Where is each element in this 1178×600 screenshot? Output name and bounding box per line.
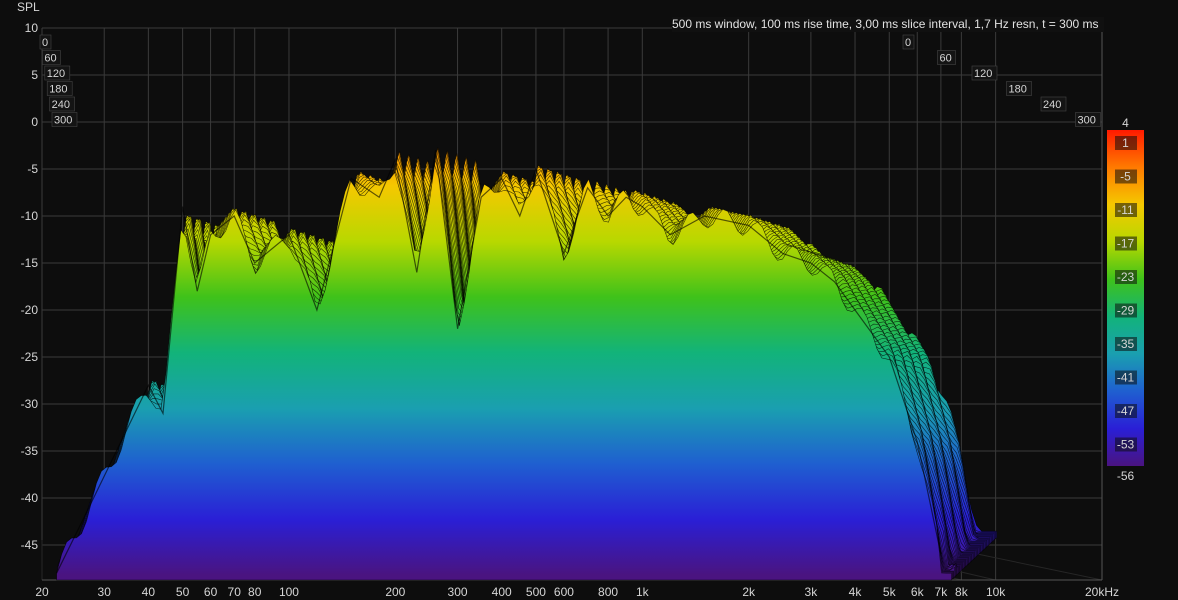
y-axis-title: SPL xyxy=(17,0,40,14)
x-tick-label: 40 xyxy=(142,585,156,599)
color-scale-label: 1 xyxy=(1122,136,1129,150)
x-tick-label: 6k xyxy=(911,585,925,599)
x-tick-label: 80 xyxy=(248,585,262,599)
x-tick-label: 20 xyxy=(35,585,49,599)
time-axis-right: 0 60 120 180 240 300 xyxy=(902,34,1101,127)
time-tick-label-right: 180 xyxy=(1009,84,1027,96)
time-tick-label-right: 0 xyxy=(905,37,911,49)
time-tick-label-left: 120 xyxy=(47,68,65,80)
time-tick-label-left: 180 xyxy=(49,84,67,96)
x-tick-label: 7k xyxy=(935,585,949,599)
x-tick-label: 500 xyxy=(526,585,546,599)
time-axis-left: 0 60 120 180 240 300 xyxy=(39,34,78,127)
y-tick-label: -10 xyxy=(21,209,39,223)
x-tick-label: 8k xyxy=(955,585,969,599)
y-tick-label: -25 xyxy=(21,350,39,364)
y-tick-label: 0 xyxy=(31,115,38,129)
x-tick-label: 30 xyxy=(98,585,112,599)
time-tick-label-right: 60 xyxy=(940,53,952,65)
time-tick-label-left: 60 xyxy=(44,53,56,65)
x-tick-label: 1k xyxy=(636,585,650,599)
y-tick-label: -35 xyxy=(21,444,39,458)
color-scale-max-label: 4 xyxy=(1122,116,1129,130)
color-scale-label: -41 xyxy=(1117,371,1135,385)
color-scale-label: -35 xyxy=(1117,337,1135,351)
y-tick-label: -45 xyxy=(21,538,39,552)
x-tick-label: 100 xyxy=(279,585,299,599)
x-tick-label: 70 xyxy=(228,585,242,599)
x-tick-label: 800 xyxy=(598,585,618,599)
color-scale-label: -11 xyxy=(1117,203,1134,217)
time-tick-label-left: 240 xyxy=(52,99,70,111)
x-tick-label: 10k xyxy=(986,585,1006,599)
color-scale-label: -29 xyxy=(1117,304,1135,318)
y-tick-label: -15 xyxy=(21,256,39,270)
x-tick-label: 200 xyxy=(385,585,405,599)
y-tick-label: -40 xyxy=(21,491,39,505)
time-tick-label-left: 0 xyxy=(42,37,48,49)
x-tick-label: 5k xyxy=(883,585,897,599)
color-scale-label: -53 xyxy=(1117,438,1135,452)
time-tick-label-right: 240 xyxy=(1043,99,1061,111)
y-axis: 10 5 0 -5 -10 -15 -20 -25 -30 -35 -40 -45 xyxy=(21,21,39,552)
color-scale-label: -17 xyxy=(1117,237,1135,251)
color-scale-label: -5 xyxy=(1120,170,1131,184)
x-tick-label: 60 xyxy=(204,585,218,599)
x-tick-label: 600 xyxy=(554,585,574,599)
color-scale-label: -23 xyxy=(1117,270,1135,284)
color-scale: 4 -56 1 -5 -11 -17 -23 -29 -35 -41 -47 -53 xyxy=(1107,116,1144,483)
info-banner: 500 ms window, 100 ms rise time, 3,00 ms… xyxy=(672,17,1104,32)
x-axis: 20 30 40 50 60 70 80 100 200 300 400 500 600 800 1k 2k 3… xyxy=(35,585,1119,599)
waterfall-chart: 1050-5-10-15-20-25-30-35-40-45 20 30 40 50 6… xyxy=(21,21,1144,599)
color-scale-label: -47 xyxy=(1117,404,1135,418)
x-tick-label: 50 xyxy=(176,585,190,599)
x-tick-label: 400 xyxy=(492,585,512,599)
x-tick-label: 20kHz xyxy=(1085,585,1119,599)
time-tick-label-right: 120 xyxy=(974,68,992,80)
y-tick-label: 10 xyxy=(25,21,39,35)
y-tick-label: -30 xyxy=(21,397,39,411)
x-tick-label: 3k xyxy=(805,585,819,599)
time-tick-label-right: 300 xyxy=(1078,115,1096,127)
time-tick-label-left: 300 xyxy=(54,115,72,127)
x-tick-label: 2k xyxy=(742,585,756,599)
x-tick-label: 4k xyxy=(849,585,863,599)
y-tick-label: 5 xyxy=(31,68,38,82)
x-tick-label: 300 xyxy=(448,585,468,599)
y-tick-label: -20 xyxy=(21,303,39,317)
color-scale-min-label: -56 xyxy=(1117,469,1135,483)
y-tick-label: -5 xyxy=(27,162,38,176)
